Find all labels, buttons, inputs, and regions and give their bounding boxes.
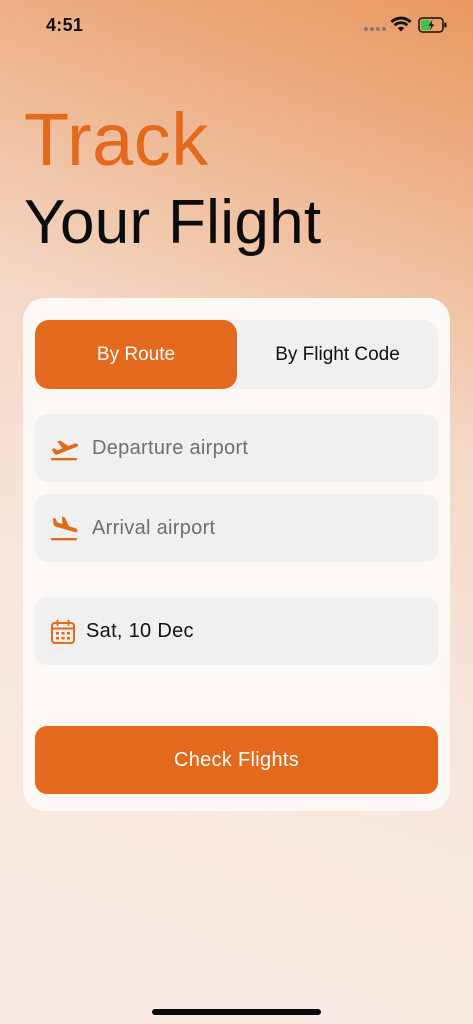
plane-takeoff-icon [51, 440, 79, 461]
status-bar: 4:51 [0, 0, 473, 50]
calendar-icon [51, 619, 75, 644]
tab-by-route[interactable]: By Route [35, 320, 237, 389]
tab-by-flight-code[interactable]: By Flight Code [237, 320, 438, 389]
cellular-dots-icon [364, 27, 386, 31]
status-time: 4:51 [46, 15, 84, 35]
search-card: By Route By Flight Code Departure airpor… [23, 298, 450, 811]
plane-landing-icon [51, 516, 78, 541]
check-flights-button[interactable]: Check Flights [35, 726, 438, 794]
battery-charging-icon [418, 17, 447, 33]
tab-label: By Route [96, 343, 176, 365]
departure-airport-field[interactable]: Departure airport [35, 414, 438, 482]
date-value: Sat, 10 Dec [86, 620, 194, 642]
arrival-placeholder: Arrival airport [92, 517, 216, 539]
wifi-icon [390, 16, 412, 32]
tab-label: By Flight Code [275, 343, 400, 365]
page-title: Your Flight [24, 188, 322, 257]
page-title-accent: Track [24, 98, 209, 181]
departure-placeholder: Departure airport [92, 437, 249, 459]
home-indicator[interactable] [152, 1009, 321, 1015]
search-mode-toggle: By Route By Flight Code [35, 320, 438, 389]
date-picker-field[interactable]: Sat, 10 Dec [35, 597, 438, 665]
check-flights-label: Check Flights [173, 748, 300, 771]
arrival-airport-field[interactable]: Arrival airport [35, 494, 438, 562]
